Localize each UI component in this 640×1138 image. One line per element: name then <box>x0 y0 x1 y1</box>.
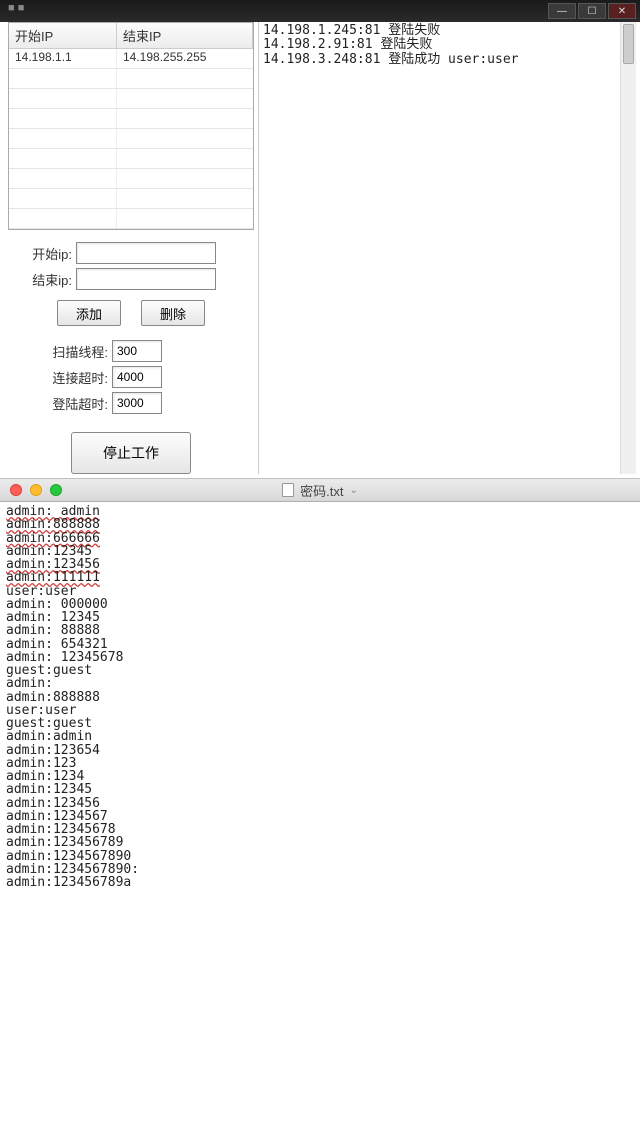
col-header-end-ip[interactable]: 结束IP <box>117 23 253 48</box>
text-line: admin:123654 <box>6 744 634 757</box>
table-row[interactable] <box>9 189 253 209</box>
document-title: 密码.txt <box>300 481 343 500</box>
close-button[interactable]: ✕ <box>608 3 636 19</box>
text-line: admin:888888 <box>6 691 634 704</box>
scanner-window: ■ ■ — ☐ ✕ 开始IP 结束IP 14.198.1.114.198.255… <box>0 0 640 478</box>
connect-timeout-label: 连接超时: <box>38 368 108 387</box>
text-line: user:user <box>6 704 634 717</box>
titlebar-left-icons: ■ ■ <box>8 2 24 14</box>
end-ip-input[interactable] <box>76 268 216 290</box>
text-line: admin: admin <box>6 505 634 518</box>
text-content[interactable]: admin: adminadmin:888888admin:666666admi… <box>0 502 640 892</box>
text-line: guest:guest <box>6 664 634 677</box>
mac-titlebar: 密码.txt ⌄ <box>0 478 640 502</box>
add-button[interactable]: 添加 <box>57 300 121 326</box>
table-row[interactable] <box>9 149 253 169</box>
login-timeout-input[interactable] <box>112 392 162 414</box>
text-line: admin:12345 <box>6 783 634 796</box>
mac-minimize-button[interactable] <box>30 484 42 496</box>
col-header-start-ip[interactable]: 开始IP <box>9 23 117 48</box>
text-line: admin:1234567890 <box>6 850 634 863</box>
scrollbar-thumb[interactable] <box>623 24 634 64</box>
text-line: admin:888888 <box>6 518 634 531</box>
text-line: admin:123456789a <box>6 876 634 889</box>
text-line: admin:123456 <box>6 797 634 810</box>
minimize-button[interactable]: — <box>548 3 576 19</box>
cell-start-ip: 14.198.1.1 <box>9 49 117 68</box>
text-editor-window: 密码.txt ⌄ admin: adminadmin:888888admin:6… <box>0 478 640 892</box>
table-row[interactable] <box>9 109 253 129</box>
text-line: admin:123 <box>6 757 634 770</box>
text-line: admin:12345 <box>6 545 634 558</box>
text-line: user:user <box>6 585 634 598</box>
text-line: admin:12345678 <box>6 823 634 836</box>
text-line: admin:123456789 <box>6 836 634 849</box>
mac-close-button[interactable] <box>10 484 22 496</box>
chevron-down-icon: ⌄ <box>349 485 357 496</box>
ip-range-table[interactable]: 开始IP 结束IP 14.198.1.114.198.255.255 <box>8 22 254 230</box>
left-panel: 开始IP 结束IP 14.198.1.114.198.255.255 开始ip:… <box>8 22 254 474</box>
end-ip-label: 结束ip: <box>12 270 72 289</box>
table-row[interactable] <box>9 209 253 229</box>
text-line: admin: 000000 <box>6 598 634 611</box>
text-line: admin:1234 <box>6 770 634 783</box>
text-line: admin:111111 <box>6 571 634 584</box>
table-row[interactable]: 14.198.1.114.198.255.255 <box>9 49 253 69</box>
login-timeout-label: 登陆超时: <box>38 394 108 413</box>
connect-timeout-input[interactable] <box>112 366 162 388</box>
window-titlebar: ■ ■ — ☐ ✕ <box>0 0 640 22</box>
table-row[interactable] <box>9 89 253 109</box>
table-row[interactable] <box>9 169 253 189</box>
text-line: guest:guest <box>6 717 634 730</box>
document-icon <box>282 483 294 497</box>
text-line: admin:123456 <box>6 558 634 571</box>
text-line: admin: <box>6 677 634 690</box>
cell-end-ip: 14.198.255.255 <box>117 49 253 68</box>
text-line: admin:admin <box>6 730 634 743</box>
text-line: admin: 654321 <box>6 638 634 651</box>
log-output[interactable]: 14.198.1.245:81 登陆失败 14.198.2.91:81 登陆失败… <box>259 22 636 69</box>
text-line: admin: 12345 <box>6 611 634 624</box>
maximize-button[interactable]: ☐ <box>578 3 606 19</box>
log-scrollbar[interactable] <box>620 22 636 474</box>
text-line: admin: 12345678 <box>6 651 634 664</box>
text-line: admin:1234567 <box>6 810 634 823</box>
table-row[interactable] <box>9 69 253 89</box>
mac-zoom-button[interactable] <box>50 484 62 496</box>
text-line: admin: 88888 <box>6 624 634 637</box>
stop-button[interactable]: 停止工作 <box>71 432 191 474</box>
text-line: admin:1234567890: <box>6 863 634 876</box>
table-row[interactable] <box>9 129 253 149</box>
threads-label: 扫描线程: <box>38 342 108 361</box>
threads-input[interactable] <box>112 340 162 362</box>
start-ip-label: 开始ip: <box>12 244 72 263</box>
log-panel: 14.198.1.245:81 登陆失败 14.198.2.91:81 登陆失败… <box>258 22 636 474</box>
text-line: admin:666666 <box>6 532 634 545</box>
start-ip-input[interactable] <box>76 242 216 264</box>
delete-button[interactable]: 删除 <box>141 300 205 326</box>
